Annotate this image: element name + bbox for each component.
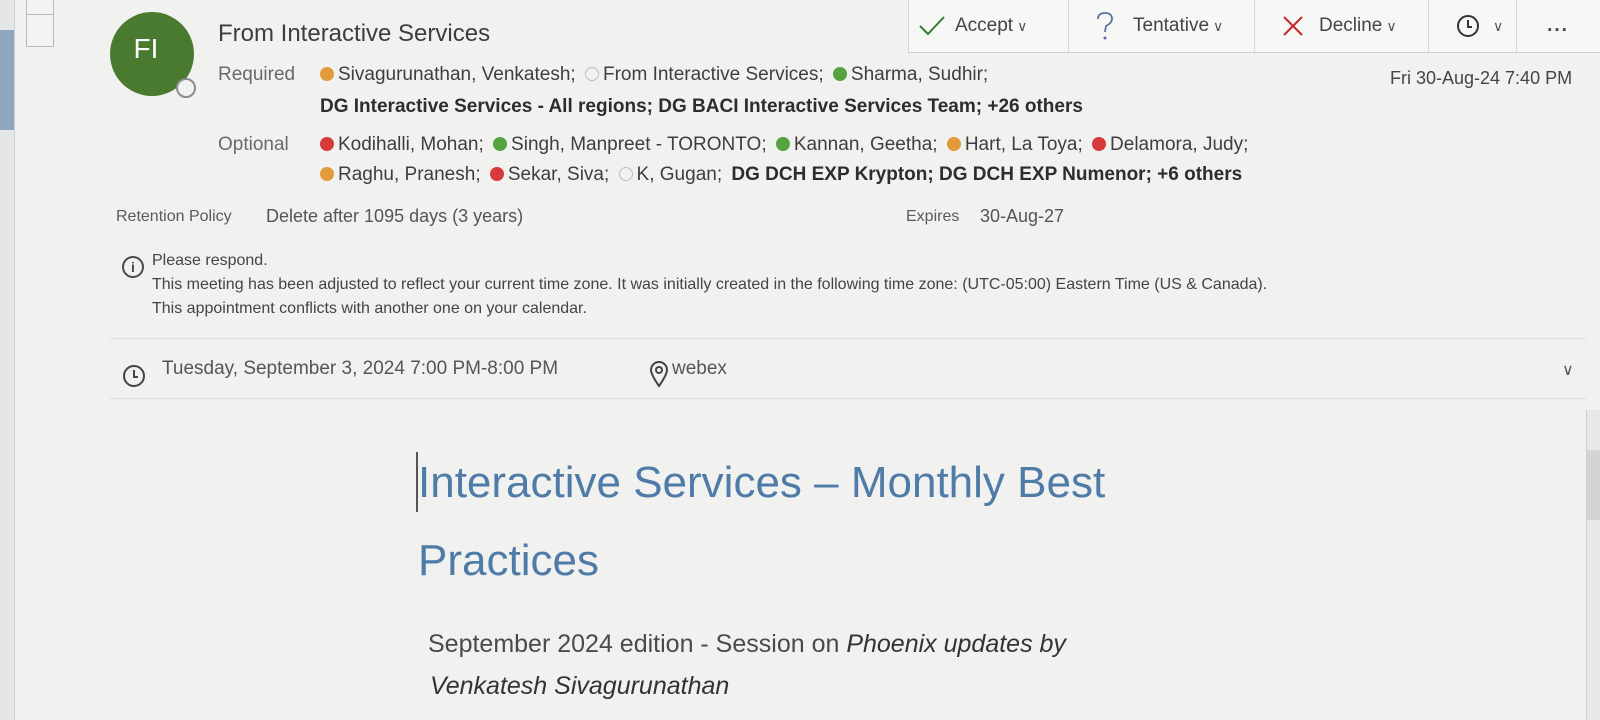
meeting-time: Tuesday, September 3, 2024 7:00 PM-8:00 … — [162, 358, 559, 379]
attendee[interactable]: Sharma, Sudhir; — [851, 64, 988, 85]
notice-conflict: This appointment conflicts with another … — [152, 300, 587, 317]
retention-label: Retention Policy — [116, 208, 232, 225]
accept-button[interactable]: Accept ∨ — [909, 0, 1069, 52]
attendee-groups[interactable]: DG DCH EXP Krypton; DG DCH EXP Numenor; … — [731, 164, 1242, 185]
clock-icon — [123, 365, 145, 387]
subtitle-prefix: September 2024 edition - Session on — [428, 630, 847, 658]
left-edge-strip — [0, 0, 15, 720]
propose-time-button[interactable]: ∨ — [1429, 0, 1517, 52]
body-heading: Interactive Services – Monthly Best Prac… — [418, 458, 1106, 585]
attendee[interactable]: Kodihalli, Mohan; — [338, 134, 484, 155]
attendee-status-icon — [320, 67, 334, 81]
avatar-initials: FI — [133, 33, 159, 64]
divider — [110, 338, 1586, 339]
required-label: Required — [218, 64, 296, 85]
attendee[interactable]: K, Gugan; — [637, 164, 723, 185]
attendee-status-icon — [584, 67, 599, 81]
notice-timezone: This meeting has been adjusted to reflec… — [152, 276, 1268, 293]
attendee[interactable]: Sekar, Siva; — [508, 164, 609, 185]
retention-value: Delete after 1095 days (3 years) — [266, 206, 524, 226]
attendee[interactable]: Sivagurunathan, Venkatesh; — [338, 64, 576, 85]
sent-date: Fri 30-Aug-24 7:40 PM — [1390, 68, 1573, 88]
notice-title: Please respond. — [152, 252, 268, 269]
chevron-down-icon[interactable]: ∨ — [1213, 18, 1223, 35]
attendee[interactable]: Hart, La Toya; — [965, 134, 1083, 155]
attendee-status-icon — [775, 137, 790, 151]
meeting-location[interactable]: webex — [672, 358, 727, 380]
decline-button[interactable]: Decline ∨ — [1255, 0, 1429, 52]
tentative-label: Tentative — [1133, 15, 1210, 36]
attendee[interactable]: Singh, Manpreet - TORONTO; — [511, 134, 767, 155]
attendee-status-icon — [320, 137, 334, 151]
x-icon — [1283, 16, 1303, 36]
optional-attendees-line1: Kodihalli, Mohan; Singh, Manpreet - TORO… — [320, 134, 1248, 156]
attendee-status-icon — [320, 167, 334, 181]
attendee-status-icon — [493, 137, 508, 151]
expires-value: 30-Aug-27 — [980, 206, 1065, 226]
attendee-status-icon — [832, 67, 847, 81]
tentative-button[interactable]: Tentative ∨ — [1069, 0, 1255, 52]
optional-attendees-line2: Raghu, Pranesh; Sekar, Siva; K, Gugan; D… — [320, 164, 1242, 186]
scrollbar-thumb[interactable] — [1587, 450, 1600, 520]
more-options-button[interactable]: ... — [1517, 0, 1599, 52]
expand-chevron-icon[interactable]: ∨ — [1562, 360, 1574, 380]
check-icon — [919, 16, 945, 36]
divider — [110, 398, 1586, 399]
attendee-status-icon — [1092, 137, 1107, 151]
response-toolbar: Accept ∨ Tentative ∨ Decline ∨ ∨ ... — [908, 0, 1600, 53]
accept-label: Accept — [955, 15, 1014, 36]
chevron-down-icon[interactable]: ∨ — [1017, 18, 1027, 35]
decline-label: Decline — [1319, 15, 1383, 36]
presence-status-icon — [176, 78, 196, 98]
chevron-down-icon[interactable]: ∨ — [1493, 18, 1503, 35]
required-attendees-line2[interactable]: DG Interactive Services - All regions; D… — [320, 96, 1083, 118]
subtitle-italic: Phoenix updates by — [846, 630, 1066, 658]
clock-icon — [1457, 15, 1479, 37]
body-subtitle: September 2024 edition - Session on Phoe… — [428, 630, 1066, 659]
chevron-down-icon[interactable]: ∨ — [1386, 18, 1396, 35]
question-icon — [1097, 12, 1113, 40]
attendee[interactable]: Delamora, Judy; — [1110, 134, 1248, 155]
body-subtitle-line2: Venkatesh Sivagurunathan — [430, 672, 730, 700]
attendee[interactable]: Kannan, Geetha; — [794, 134, 938, 155]
vertical-scrollbar[interactable] — [1586, 410, 1600, 720]
attendee-status-icon — [946, 137, 961, 151]
info-icon: i — [122, 256, 144, 278]
attendee-status-icon — [489, 167, 504, 181]
optional-label: Optional — [218, 134, 289, 155]
attendee[interactable]: From Interactive Services; — [603, 64, 824, 85]
attendee-status-icon — [618, 167, 633, 181]
window-control-box[interactable] — [26, 0, 54, 47]
required-attendees-line1: Sivagurunathan, Venkatesh; From Interact… — [320, 64, 988, 86]
sender-name[interactable]: From Interactive Services — [218, 20, 490, 48]
attendee[interactable]: Raghu, Pranesh; — [338, 164, 481, 185]
expires-label: Expires — [906, 208, 960, 225]
location-pin-icon — [649, 361, 669, 388]
